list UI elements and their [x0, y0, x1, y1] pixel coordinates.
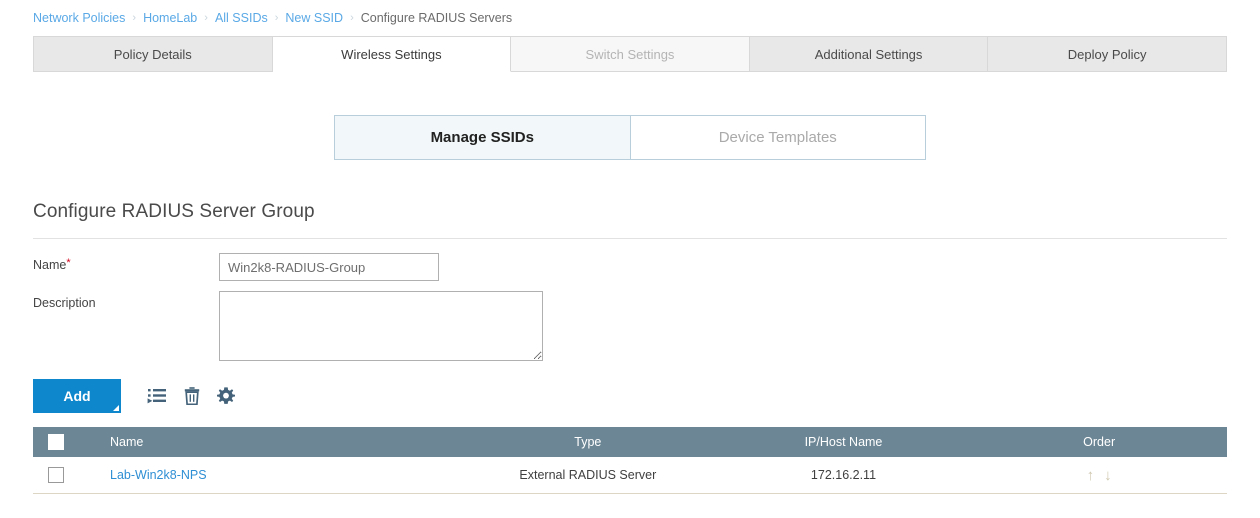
tab-switch-settings: Switch Settings [511, 36, 750, 72]
description-textarea[interactable] [219, 291, 543, 361]
tab-deploy-policy[interactable]: Deploy Policy [988, 36, 1227, 72]
sub-tab-manage-ssids[interactable]: Manage SSIDs [335, 116, 631, 159]
row-select-cell [33, 457, 94, 494]
table-header: Name Type IP/Host Name Order [33, 427, 1227, 457]
table-toolbar: Add [33, 379, 1227, 413]
tab-wireless-settings[interactable]: Wireless Settings [272, 36, 512, 72]
move-down-icon[interactable]: ↓ [1104, 468, 1112, 483]
select-all-checkbox[interactable] [48, 434, 64, 450]
column-header-ip-host-name[interactable]: IP/Host Name [715, 427, 972, 457]
row-order-cell: ↑ ↓ [971, 457, 1227, 494]
form-row-name: Name* [33, 253, 1227, 281]
sub-toggle-wrapper: Manage SSIDs Device Templates [0, 115, 1260, 160]
gear-icon[interactable] [217, 387, 235, 405]
table-body: Lab-Win2k8-NPS External RADIUS Server 17… [33, 457, 1227, 494]
column-header-name[interactable]: Name [94, 427, 460, 457]
name-label-text: Name [33, 258, 67, 272]
tab-additional-settings[interactable]: Additional Settings [749, 36, 989, 72]
order-arrows: ↑ ↓ [971, 468, 1227, 483]
column-header-type[interactable]: Type [460, 427, 716, 457]
row-type-cell: External RADIUS Server [460, 457, 716, 494]
move-up-icon[interactable]: ↑ [1087, 468, 1095, 483]
radius-server-group-section: Configure RADIUS Server Group Name* Desc… [0, 201, 1260, 494]
tab-policy-details[interactable]: Policy Details [33, 36, 273, 72]
list-insert-icon[interactable] [147, 388, 167, 405]
breadcrumb-item-all-ssids[interactable]: All SSIDs [215, 11, 268, 25]
breadcrumb-separator-icon: › [132, 12, 137, 24]
table-row: Lab-Win2k8-NPS External RADIUS Server 17… [33, 457, 1227, 494]
name-input[interactable] [219, 253, 439, 281]
form-row-description: Description [33, 291, 1227, 361]
radius-servers-table: Name Type IP/Host Name Order Lab-Win2k8-… [33, 427, 1227, 494]
breadcrumb-separator-icon: › [204, 12, 208, 24]
page-title: Configure RADIUS Server Group [33, 201, 315, 222]
trash-icon[interactable] [184, 387, 200, 405]
breadcrumb-item-configure-radius-servers: Configure RADIUS Servers [360, 11, 513, 25]
row-name-cell: Lab-Win2k8-NPS [94, 457, 460, 494]
sub-toggle-group: Manage SSIDs Device Templates [334, 115, 926, 160]
description-label: Description [33, 296, 96, 310]
add-button[interactable]: Add [33, 379, 121, 413]
name-label: Name* [33, 253, 219, 281]
table-header-row: Name Type IP/Host Name Order [33, 427, 1227, 457]
breadcrumb-separator-icon: › [350, 12, 354, 24]
breadcrumb-item-new-ssid[interactable]: New SSID [285, 11, 343, 25]
column-header-select-all [33, 427, 94, 457]
row-name-link[interactable]: Lab-Win2k8-NPS [110, 468, 207, 482]
wizard-tab-bar: Policy Details Wireless Settings Switch … [0, 36, 1260, 72]
breadcrumb-item-homelab[interactable]: HomeLab [143, 11, 197, 25]
row-ip-host-cell: 172.16.2.11 [715, 457, 972, 494]
section-divider [33, 238, 1227, 239]
sub-tab-device-templates[interactable]: Device Templates [630, 116, 925, 159]
required-marker: * [66, 257, 71, 269]
breadcrumb: Network Policies › HomeLab › All SSIDs ›… [0, 0, 1260, 36]
row-checkbox[interactable] [48, 467, 64, 483]
column-header-order[interactable]: Order [971, 427, 1227, 457]
breadcrumb-separator-icon: › [274, 12, 279, 24]
breadcrumb-item-network-policies[interactable]: Network Policies [33, 11, 125, 25]
